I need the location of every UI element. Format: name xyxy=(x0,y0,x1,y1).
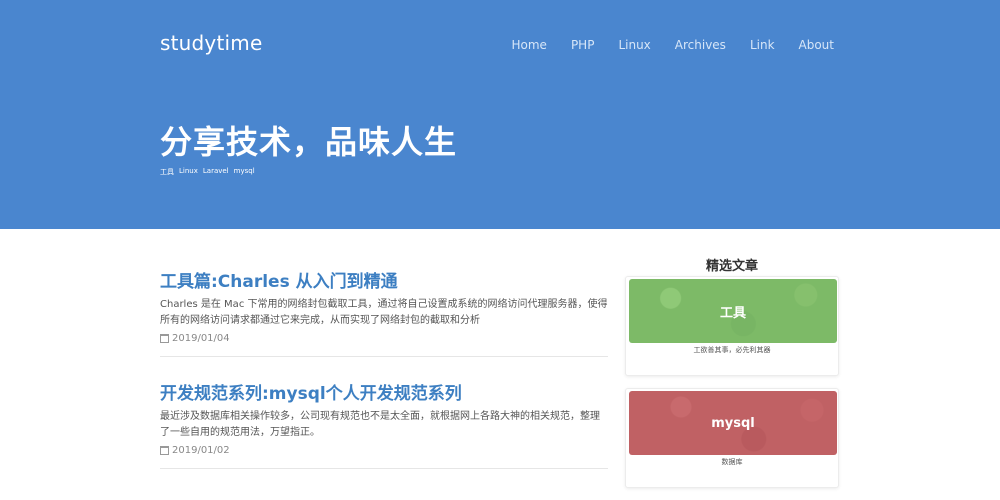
main-nav: Home PHP Linux Archives Link About xyxy=(512,38,835,52)
nav-about[interactable]: About xyxy=(799,38,834,52)
post-meta: 2019/01/02 xyxy=(160,445,608,456)
post-excerpt: Charles 是在 Mac 下常用的网络封包截取工具，通过将自己设置成系统的网… xyxy=(160,299,608,326)
nav-home[interactable]: Home xyxy=(512,38,547,52)
nav-archives[interactable]: Archives xyxy=(675,38,726,52)
card-label: mysql xyxy=(711,415,755,431)
post-title[interactable]: 开发规范系列:mysql个人开发规范系列 xyxy=(160,383,608,405)
nav-link[interactable]: Link xyxy=(750,38,775,52)
tag-linux[interactable]: Linux xyxy=(179,167,198,177)
post-date: 2019/01/04 xyxy=(172,333,230,344)
post-meta: 2019/01/04 xyxy=(160,333,608,344)
tag-laravel[interactable]: Laravel xyxy=(203,167,229,177)
hero-header: studytime Home PHP Linux Archives Link A… xyxy=(0,0,1000,229)
nav-php[interactable]: PHP xyxy=(571,38,595,52)
tag-mysql[interactable]: mysql xyxy=(234,167,255,177)
card-banner[interactable]: mysql xyxy=(629,391,837,455)
card-label: 工具 xyxy=(719,305,746,321)
post-divider xyxy=(160,468,608,469)
card-caption: 数据库 xyxy=(721,458,743,466)
site-brand[interactable]: studytime xyxy=(160,31,262,55)
post-title[interactable]: 工具篇:Charles 从入门到精通 xyxy=(160,271,608,293)
card-caption: 工欲善其事，必先利其器 xyxy=(693,346,771,354)
post-divider xyxy=(160,356,608,357)
post-item: 工具篇:Charles 从入门到精通 Charles 是在 Mac 下常用的网络… xyxy=(160,271,608,344)
hero-tags: 工具 Linux Laravel mysql xyxy=(160,167,255,177)
card-banner[interactable]: 工具 xyxy=(629,279,837,343)
post-item: 开发规范系列:mysql个人开发规范系列 最近涉及数据库相关操作较多，公司现有规… xyxy=(160,383,608,456)
calendar-icon xyxy=(160,446,169,455)
featured-card-mysql[interactable]: mysql 数据库 xyxy=(625,388,839,488)
featured-card-tools[interactable]: 工具 工欲善其事，必先利其器 xyxy=(625,276,839,376)
hero-title: 分享技术，品味人生 xyxy=(160,123,458,161)
tag-tools[interactable]: 工具 xyxy=(160,167,174,177)
calendar-icon xyxy=(160,334,169,343)
post-excerpt: 最近涉及数据库相关操作较多，公司现有规范也不是太全面，就根据网上各路大神的相关规… xyxy=(160,411,600,438)
post-date: 2019/01/02 xyxy=(172,445,230,456)
nav-linux[interactable]: Linux xyxy=(618,38,650,52)
sidebar-title: 精选文章 xyxy=(705,259,758,274)
